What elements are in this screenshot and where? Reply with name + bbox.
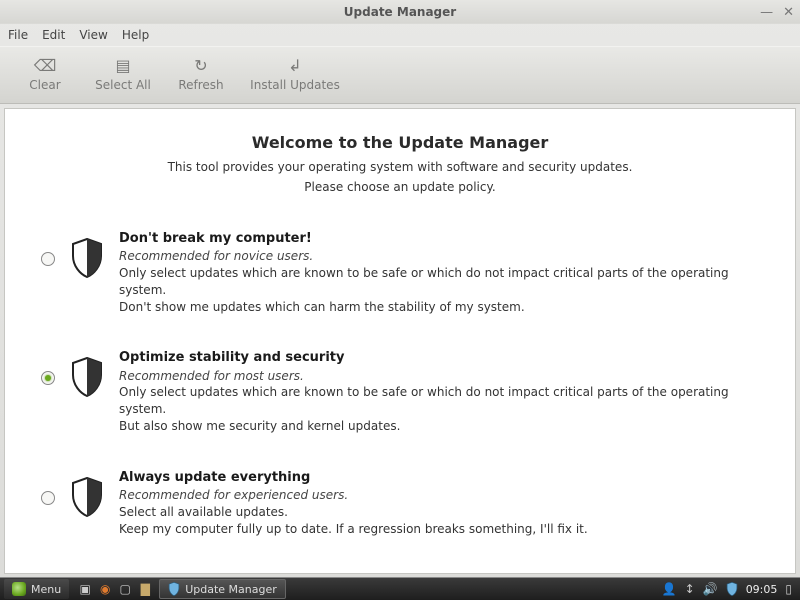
firefox-launcher-icon[interactable]: ◉	[96, 580, 114, 598]
policy-text: Always update everything Recommended for…	[119, 469, 759, 538]
policy-recommendation: Recommended for most users.	[119, 368, 759, 385]
shield-icon	[71, 238, 103, 278]
policy-recommendation: Recommended for experienced users.	[119, 487, 759, 504]
select-all-icon: ▤	[115, 58, 130, 74]
policy-recommendation: Recommended for novice users.	[119, 248, 759, 265]
policy-text: Don't break my computer! Recommended for…	[119, 230, 759, 315]
policy-desc-line: Don't show me updates which can harm the…	[119, 299, 759, 316]
refresh-icon: ↻	[194, 58, 207, 74]
welcome-sub2: Please choose an update policy.	[27, 180, 773, 194]
select-all-button[interactable]: ▤ Select All	[84, 49, 162, 101]
radio-button[interactable]	[41, 371, 55, 385]
policy-option-optimize[interactable]: Optimize stability and security Recommen…	[27, 339, 773, 444]
shield-icon	[71, 357, 103, 397]
menubar: File Edit View Help	[0, 24, 800, 46]
clear-button[interactable]: ⌫ Clear	[6, 49, 84, 101]
taskbar: Menu ▣ ◉ ▢ ▇ Update Manager 👤 ↕ 🔊 09:05 …	[0, 578, 800, 600]
app-window: Update Manager — ✕ File Edit View Help ⌫…	[0, 0, 800, 578]
install-updates-button[interactable]: ↲ Install Updates	[240, 49, 350, 101]
policy-title: Always update everything	[119, 469, 759, 487]
terminal-launcher-icon[interactable]: ▢	[116, 580, 134, 598]
policy-desc-line: Only select updates which are known to b…	[119, 265, 759, 299]
policy-desc-line: Only select updates which are known to b…	[119, 384, 759, 418]
start-menu-button[interactable]: Menu	[4, 579, 69, 599]
files-launcher-icon[interactable]: ▇	[136, 580, 154, 598]
network-icon[interactable]: ↕	[685, 582, 695, 596]
radio-button[interactable]	[41, 252, 55, 266]
user-icon[interactable]: 👤	[662, 582, 677, 596]
window-controls: — ✕	[760, 0, 794, 24]
welcome-heading: Welcome to the Update Manager	[27, 133, 773, 152]
shield-icon	[168, 582, 180, 596]
menu-help[interactable]: Help	[122, 28, 149, 42]
policy-text: Optimize stability and security Recommen…	[119, 349, 759, 434]
install-icon: ↲	[288, 58, 301, 74]
policy-list: Don't break my computer! Recommended for…	[27, 220, 773, 547]
policy-desc-line: But also show me security and kernel upd…	[119, 418, 759, 435]
policy-option-everything[interactable]: Always update everything Recommended for…	[27, 459, 773, 548]
clock[interactable]: 09:05	[746, 583, 778, 596]
backspace-icon: ⌫	[34, 58, 57, 74]
radio-button[interactable]	[41, 491, 55, 505]
menu-view[interactable]: View	[79, 28, 107, 42]
volume-icon[interactable]: 🔊	[703, 582, 718, 596]
welcome-sub1: This tool provides your operating system…	[27, 160, 773, 174]
tray-menu-icon[interactable]: ▯	[785, 582, 792, 596]
taskbar-app-update-manager[interactable]: Update Manager	[159, 579, 286, 599]
content-pane: Welcome to the Update Manager This tool …	[4, 108, 796, 574]
policy-desc-line: Keep my computer fully up to date. If a …	[119, 521, 759, 538]
policy-title: Optimize stability and security	[119, 349, 759, 367]
policy-desc-line: Select all available updates.	[119, 504, 759, 521]
policy-option-novice[interactable]: Don't break my computer! Recommended for…	[27, 220, 773, 325]
shield-icon	[71, 477, 103, 517]
minimize-button[interactable]: —	[760, 5, 773, 20]
close-button[interactable]: ✕	[783, 5, 794, 20]
titlebar: Update Manager — ✕	[0, 0, 800, 24]
window-title: Update Manager	[344, 5, 456, 19]
system-tray: 👤 ↕ 🔊 09:05 ▯	[662, 582, 796, 596]
policy-title: Don't break my computer!	[119, 230, 759, 248]
menu-edit[interactable]: Edit	[42, 28, 65, 42]
show-desktop-icon[interactable]: ▣	[76, 580, 94, 598]
update-shield-icon[interactable]	[726, 582, 738, 596]
mint-logo-icon	[12, 582, 26, 596]
toolbar: ⌫ Clear ▤ Select All ↻ Refresh ↲ Install…	[0, 46, 800, 104]
refresh-button[interactable]: ↻ Refresh	[162, 49, 240, 101]
menu-file[interactable]: File	[8, 28, 28, 42]
